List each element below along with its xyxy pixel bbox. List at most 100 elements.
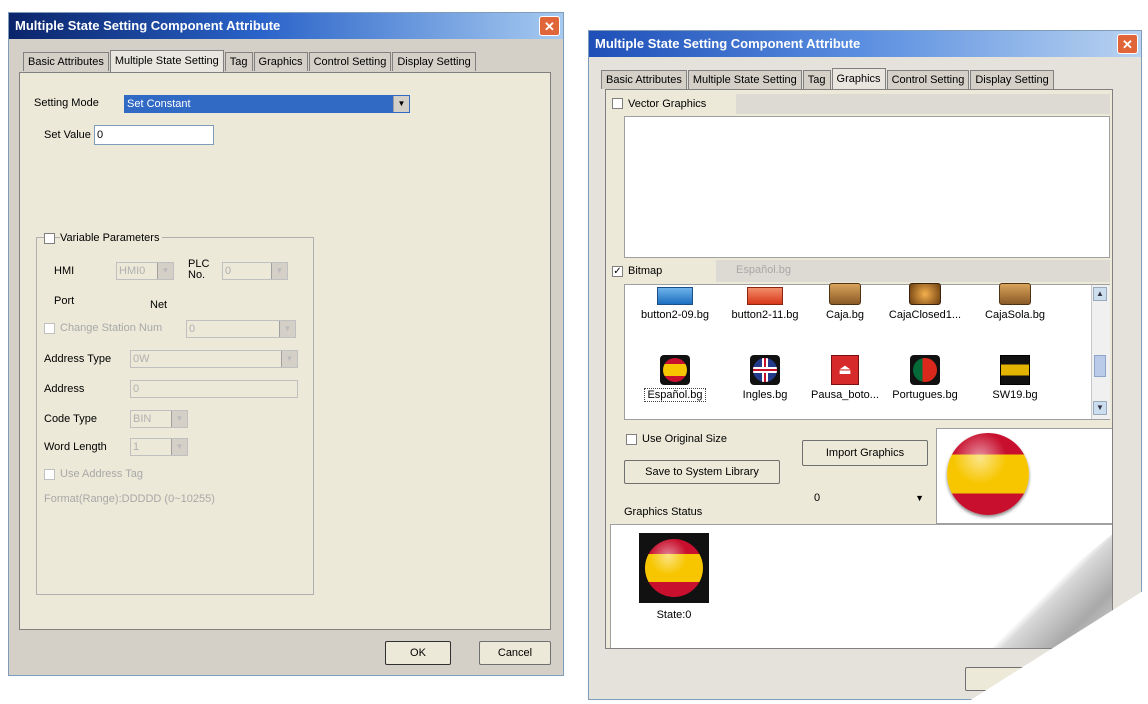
chevron-up-icon[interactable]: ▲	[1093, 287, 1107, 301]
right-tab-display-setting[interactable]: Display Setting	[970, 70, 1054, 89]
use-original-size-checkbox[interactable]	[626, 434, 637, 445]
use-address-tag-label: Use Address Tag	[60, 468, 143, 480]
thumbnail-label: CajaClosed1...	[888, 309, 962, 321]
spain-flag-icon	[639, 533, 709, 603]
hmi-dropdown[interactable]: HMI0 ▼	[116, 262, 174, 280]
setting-mode-label: Setting Mode	[34, 97, 99, 109]
right-tab-basic-attributes[interactable]: Basic Attributes	[601, 70, 687, 89]
state-dropdown-value: 0	[814, 492, 821, 504]
word-length-dropdown[interactable]: 1 ▼	[130, 438, 188, 456]
right-dialog-titlebar[interactable]: Multiple State Setting Component Attribu…	[589, 31, 1141, 57]
left-tab-tag[interactable]: Tag	[224, 52, 253, 71]
setting-mode-value: Set Constant	[127, 98, 191, 110]
left-tab-control-setting[interactable]: Control Setting	[308, 52, 392, 71]
right-tab-strip: Basic Attributes Multiple State Setting …	[601, 68, 1055, 90]
closed-box-icon	[909, 283, 941, 305]
port-label: Port	[54, 295, 75, 307]
left-dialog-titlebar[interactable]: Multiple State Setting Component Attribu…	[9, 13, 563, 39]
hmi-label: HMI	[54, 265, 75, 277]
change-station-label: Change Station Num	[60, 322, 163, 334]
code-type-dropdown[interactable]: BIN ▼	[130, 410, 188, 428]
vector-graphics-checkbox[interactable]	[612, 98, 623, 109]
plc-no-label: PLC No.	[188, 258, 210, 281]
range-format-text: Format(Range):DDDDD (0~10255)	[44, 493, 215, 505]
state-label: State:0	[656, 609, 692, 621]
plc-no-dropdown[interactable]: 0 ▼	[222, 262, 288, 280]
cancel-button[interactable]: Cancel	[479, 641, 551, 665]
bitmap-thumbnail-grid[interactable]: button2-09.bg button2-11.bg Caja.bg Caja…	[624, 283, 1110, 420]
address-type-value: 0W	[133, 353, 150, 365]
thumbnail-item[interactable]: CajaSola.bg	[955, 279, 1075, 349]
chevron-down-icon: ▼	[271, 263, 287, 279]
left-tab-strip: Basic Attributes Multiple State Setting …	[23, 50, 477, 72]
right-tab-multiple-state-setting[interactable]: Multiple State Setting	[687, 70, 802, 89]
change-station-dropdown[interactable]: 0 ▼	[186, 320, 296, 338]
chevron-down-icon: ▼	[393, 96, 409, 112]
spain-flag-icon	[660, 355, 690, 385]
chevron-down-icon: ▼	[171, 439, 187, 455]
thumbnail-label: Portugues.bg	[892, 389, 958, 401]
right-close-icon[interactable]: ✕	[1117, 34, 1138, 54]
chevron-down-icon: ▼	[279, 321, 295, 337]
portugal-flag-icon	[910, 355, 940, 385]
chevron-down-icon: ▼	[915, 493, 924, 503]
word-length-label: Word Length	[44, 441, 107, 453]
code-type-value: BIN	[133, 413, 152, 425]
switch-icon	[1000, 355, 1030, 385]
box-icon	[999, 283, 1031, 305]
right-dialog: Multiple State Setting Component Attribu…	[588, 30, 1143, 701]
vector-graphics-list[interactable]	[624, 116, 1110, 258]
net-label: Net	[150, 299, 168, 311]
bitmap-checkbox[interactable]: ✓	[612, 266, 623, 277]
state-dropdown[interactable]: 0 ▼	[812, 488, 930, 508]
right-tab-control-setting[interactable]: Control Setting	[886, 70, 970, 89]
address-input[interactable]: 0	[130, 380, 298, 398]
chevron-down-icon[interactable]: ▼	[1093, 401, 1107, 415]
thumbnail-item[interactable]: SW19.bg	[955, 349, 1075, 419]
variable-parameters-label: Variable Parameters	[60, 232, 163, 244]
word-length-value: 1	[133, 441, 140, 453]
eject-button-icon: ⏏	[831, 355, 859, 385]
vector-graphics-label: Vector Graphics	[628, 98, 707, 110]
left-tab-display-setting[interactable]: Display Setting	[392, 52, 476, 71]
set-value-input[interactable]: 0	[94, 125, 214, 145]
address-type-dropdown[interactable]: 0W ▼	[130, 350, 298, 368]
thumbnail-scrollbar[interactable]: ▲ ▼	[1091, 285, 1110, 419]
use-address-tag-checkbox[interactable]	[44, 469, 55, 480]
thumbnail-label: Español.bg	[644, 388, 706, 402]
graphics-status-label: Graphics Status	[624, 506, 703, 518]
right-tab-tag[interactable]: Tag	[802, 70, 831, 89]
thumbnail-label: button2-09.bg	[641, 309, 709, 321]
left-dialog: Multiple State Setting Component Attribu…	[8, 12, 564, 676]
thumbnail-label: CajaSola.bg	[985, 309, 1045, 321]
thumbnail-label: SW19.bg	[992, 389, 1038, 401]
variable-parameters-checkbox[interactable]	[44, 233, 55, 244]
chevron-down-icon: ▼	[157, 263, 173, 279]
scrollbar-thumb[interactable]	[1094, 355, 1106, 377]
spain-flag-icon	[947, 433, 1029, 515]
left-tab-multiple-state-setting[interactable]: Multiple State Setting	[109, 50, 224, 72]
right-tab-graphics[interactable]: Graphics	[831, 68, 886, 90]
ok-button[interactable]: OK	[385, 641, 451, 665]
graphic-preview	[936, 428, 1112, 524]
hmi-value: HMI0	[119, 265, 146, 277]
use-original-size-label: Use Original Size	[642, 433, 727, 445]
save-to-system-library-button[interactable]: Save to System Library	[624, 460, 780, 484]
right-tab-panel: Vector Graphics ✓ Bitmap Español.bg butt…	[605, 89, 1113, 649]
thumbnail-label: Caja.bg	[826, 309, 864, 321]
left-tab-basic-attributes[interactable]: Basic Attributes	[23, 52, 109, 71]
address-type-label: Address Type	[44, 353, 112, 365]
setting-mode-dropdown[interactable]: Set Constant ▼	[124, 95, 410, 113]
left-tab-panel: Setting Mode Set Constant ▼ Set Value 0 …	[19, 72, 551, 630]
state-thumbnail[interactable]: State:0	[637, 533, 711, 623]
left-close-icon[interactable]: ✕	[539, 16, 560, 36]
change-station-checkbox[interactable]	[44, 323, 55, 334]
left-dialog-title: Multiple State Setting Component Attribu…	[15, 18, 281, 33]
box-icon	[829, 283, 861, 305]
left-tab-graphics[interactable]: Graphics	[253, 52, 308, 71]
change-station-value: 0	[189, 323, 196, 335]
code-type-label: Code Type	[44, 413, 98, 425]
import-graphics-button[interactable]: Import Graphics	[802, 440, 928, 466]
thumbnail-label: Ingles.bg	[742, 389, 788, 401]
red-button-icon	[747, 287, 783, 305]
